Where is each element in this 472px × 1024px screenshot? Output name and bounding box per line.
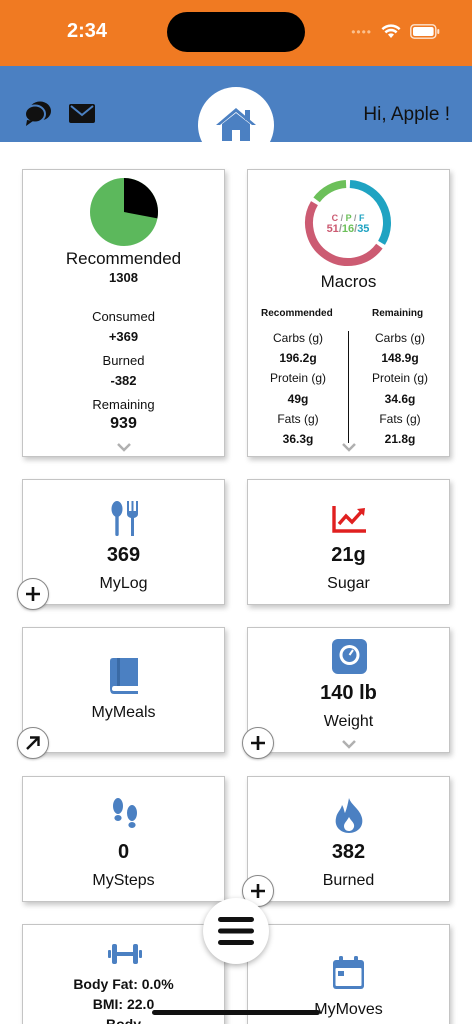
burned-label: Burned: [102, 353, 145, 368]
book-icon: [110, 658, 138, 694]
home-indicator[interactable]: [152, 1010, 320, 1015]
mylog-value: 369: [106, 544, 141, 566]
remaining-value: 939: [110, 415, 137, 432]
macros-title: Macros: [320, 272, 377, 291]
burned-tile[interactable]: 382 Burned: [247, 776, 450, 902]
home-icon: [216, 108, 256, 141]
home-button[interactable]: [198, 87, 274, 163]
macros-remaining-column: Carbs (g) 148.9g Protein (g) 34.6g Fats …: [350, 328, 450, 449]
macros-card[interactable]: C / P / F 51/16/35 Macros Recommended Re…: [247, 169, 450, 457]
status-icons: ••••: [351, 24, 440, 39]
ring-protein-segment: [313, 180, 347, 203]
weight-tile[interactable]: 140 lb Weight: [247, 627, 450, 753]
calorie-pie-chart: [90, 178, 158, 246]
rec-carbs-value: 196.2g: [279, 351, 317, 366]
mysteps-value: 0: [117, 841, 130, 863]
plus-icon: [251, 736, 265, 750]
arrow-up-right-icon: [26, 736, 40, 750]
scale-icon: [332, 639, 367, 674]
open-meals-button[interactable]: [17, 727, 49, 759]
rem-carbs-value: 148.9g: [381, 351, 419, 366]
macros-divider: [348, 331, 349, 443]
remaining-label: Remaining: [92, 397, 155, 412]
chevron-down-icon[interactable]: [342, 443, 356, 452]
mylog-label: MyLog: [99, 575, 148, 592]
add-weight-button[interactable]: [242, 727, 274, 759]
macros-ring-values: 51/16/35: [326, 223, 370, 235]
flame-icon: [335, 798, 363, 833]
wifi-icon: [381, 24, 401, 38]
burned-value: 382: [331, 841, 366, 863]
trend-chart-icon: [332, 506, 366, 533]
add-log-button[interactable]: [17, 578, 49, 610]
pie-consumed-slice: [124, 178, 158, 219]
mysteps-tile[interactable]: 0 MySteps: [22, 776, 225, 902]
menu-button[interactable]: [203, 898, 269, 964]
consumed-value: +369: [108, 329, 139, 344]
calories-card[interactable]: Recommended 1308 Consumed +369 Burned -3…: [22, 169, 225, 457]
consumed-label: Consumed: [92, 309, 155, 324]
weight-label: Weight: [323, 713, 374, 730]
dynamic-island: [167, 12, 305, 52]
hamburger-menu-icon: [218, 917, 254, 945]
rec-protein-label: Protein (g): [269, 371, 327, 386]
macros-recommended-column: Carbs (g) 196.2g Protein (g) 49g Fats (g…: [248, 328, 348, 449]
signal-dots-icon: ••••: [351, 24, 372, 39]
rem-protein-label: Protein (g): [371, 371, 429, 386]
chevron-down-icon[interactable]: [117, 443, 131, 452]
fork-spoon-icon: [111, 501, 138, 536]
weight-value: 140 lb: [320, 682, 377, 704]
chevron-down-icon[interactable]: [342, 740, 356, 749]
mymeals-tile[interactable]: MyMeals: [22, 627, 225, 753]
rem-carbs-label: Carbs (g): [374, 331, 425, 345]
mymeals-label: MyMeals: [91, 704, 156, 721]
rem-fats-value: 21.8g: [384, 431, 416, 446]
sugar-value: 21g: [331, 544, 366, 566]
sugar-label: Sugar: [327, 575, 370, 592]
calendar-icon: [333, 956, 364, 989]
rec-fats-label: Fats (g): [277, 411, 319, 426]
rec-carbs-label: Carbs (g): [272, 331, 323, 345]
battery-icon: [410, 24, 440, 39]
body-stats-tile[interactable]: Body Fat: 0.0% BMI: 22.0 Body: [22, 924, 225, 1024]
burned-value: -382: [110, 373, 137, 388]
status-time: 2:34: [67, 20, 108, 42]
body-partial-text: Body: [106, 1016, 141, 1024]
body-fat-text: Body Fat: 0.0%: [73, 976, 174, 992]
macros-remaining-header: Remaining: [372, 308, 424, 319]
burned-label: Burned: [322, 872, 375, 889]
sugar-tile[interactable]: 21g Sugar: [247, 479, 450, 605]
status-bar: 2:34 ••••: [0, 0, 472, 66]
mail-icon[interactable]: [69, 104, 95, 123]
plus-icon: [26, 587, 40, 601]
recommended-value: 1308: [109, 270, 138, 285]
macros-ring-header: C / P / F: [331, 213, 365, 223]
dumbbell-icon: [108, 944, 142, 964]
recommended-title: Recommended: [65, 249, 182, 268]
rem-fats-label: Fats (g): [379, 411, 421, 426]
mylog-tile[interactable]: 369 MyLog: [22, 479, 225, 605]
rem-protein-value: 34.6g: [384, 391, 416, 406]
macros-recommended-header: Recommended: [261, 308, 333, 319]
rec-fats-value: 36.3g: [282, 431, 314, 446]
rec-protein-value: 49g: [287, 391, 309, 406]
plus-icon: [251, 884, 265, 898]
greeting-text: Hi, Apple !: [363, 104, 450, 125]
footprints-icon: [113, 798, 137, 828]
mysteps-label: MySteps: [92, 872, 155, 889]
chat-bubbles-icon[interactable]: [24, 100, 52, 127]
mymoves-tile[interactable]: MyMoves: [247, 924, 450, 1024]
